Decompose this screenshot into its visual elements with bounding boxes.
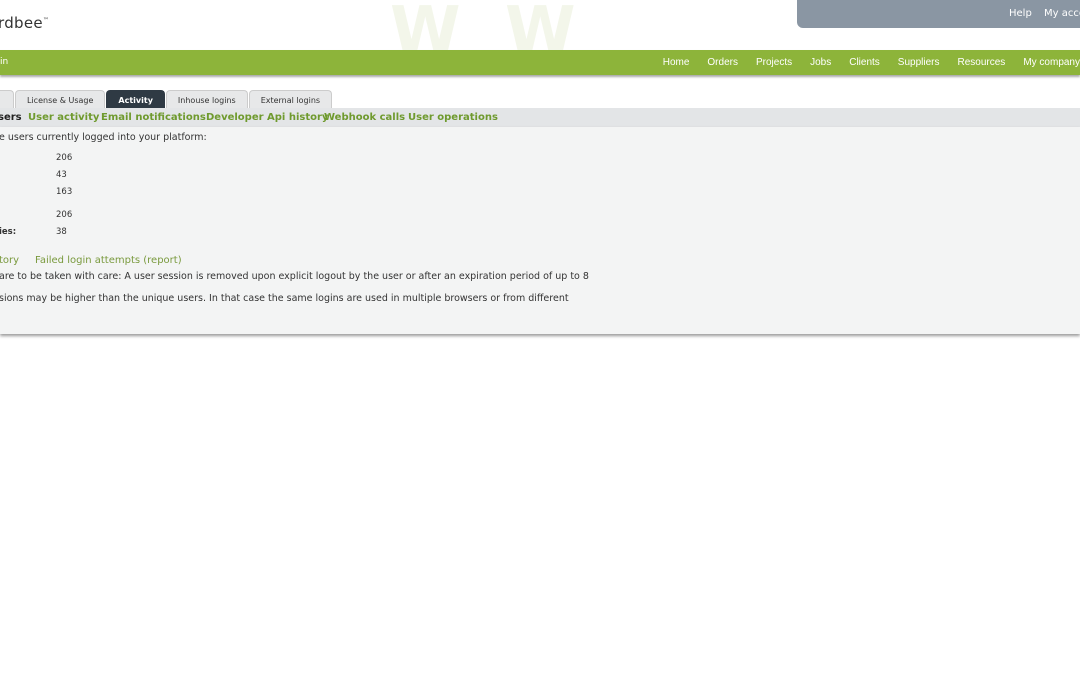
stat-value: 43 [56, 170, 67, 180]
tab-hidden[interactable] [0, 90, 14, 109]
stat-label: ies: [0, 227, 17, 237]
subnav-user-operations[interactable]: User operations [408, 112, 498, 123]
nav-left-text[interactable]: in [0, 57, 8, 67]
nav-jobs[interactable]: Jobs [810, 57, 831, 68]
note-text: sions may be higher than the unique user… [0, 293, 569, 304]
history-link[interactable]: tory [0, 255, 19, 266]
help-link[interactable]: Help [1009, 8, 1032, 19]
stat-value: 206 [56, 153, 73, 163]
note-text: are to be taken with care: A user sessio… [0, 271, 589, 282]
content-panel: e users currently logged into your platf… [0, 127, 1080, 334]
nav-suppliers[interactable]: Suppliers [898, 57, 940, 68]
subnav-email-notifications[interactable]: Email notifications [101, 112, 206, 123]
stat-value: 163 [56, 187, 73, 197]
intro-text: e users currently logged into your platf… [0, 132, 207, 143]
nav-home[interactable]: Home [663, 57, 690, 68]
stat-value: 38 [56, 227, 67, 237]
main-nav-bar: in Home Orders Projects Jobs Clients Sup… [0, 50, 1080, 75]
subnav-users[interactable]: sers [0, 112, 22, 123]
subnav-user-activity[interactable]: User activity [28, 112, 99, 123]
nav-resources[interactable]: Resources [958, 57, 1006, 68]
nav-my-company[interactable]: My company [1023, 57, 1080, 68]
account-panel: Help My acco [797, 0, 1080, 28]
nav-projects[interactable]: Projects [756, 57, 792, 68]
failed-login-attempts-link[interactable]: Failed login attempts (report) [35, 255, 182, 266]
tab-bar: License & Usage Activity Inhouse logins … [0, 90, 333, 109]
stat-value: 206 [56, 210, 73, 220]
tab-license-usage[interactable]: License & Usage [15, 90, 106, 109]
tab-activity[interactable]: Activity [106, 90, 165, 109]
my-account-link[interactable]: My acco [1044, 8, 1080, 19]
subnav-webhook-calls[interactable]: Webhook calls [324, 112, 405, 123]
logo: rdbee™ [0, 14, 50, 32]
nav-orders[interactable]: Orders [707, 57, 738, 68]
sub-nav: sers User activity Email notifications D… [0, 108, 1080, 127]
subnav-developer-api-history[interactable]: Developer Api history [206, 112, 328, 123]
tab-external-logins[interactable]: External logins [248, 90, 333, 109]
nav-clients[interactable]: Clients [849, 57, 880, 68]
tab-inhouse-logins[interactable]: Inhouse logins [165, 90, 248, 109]
